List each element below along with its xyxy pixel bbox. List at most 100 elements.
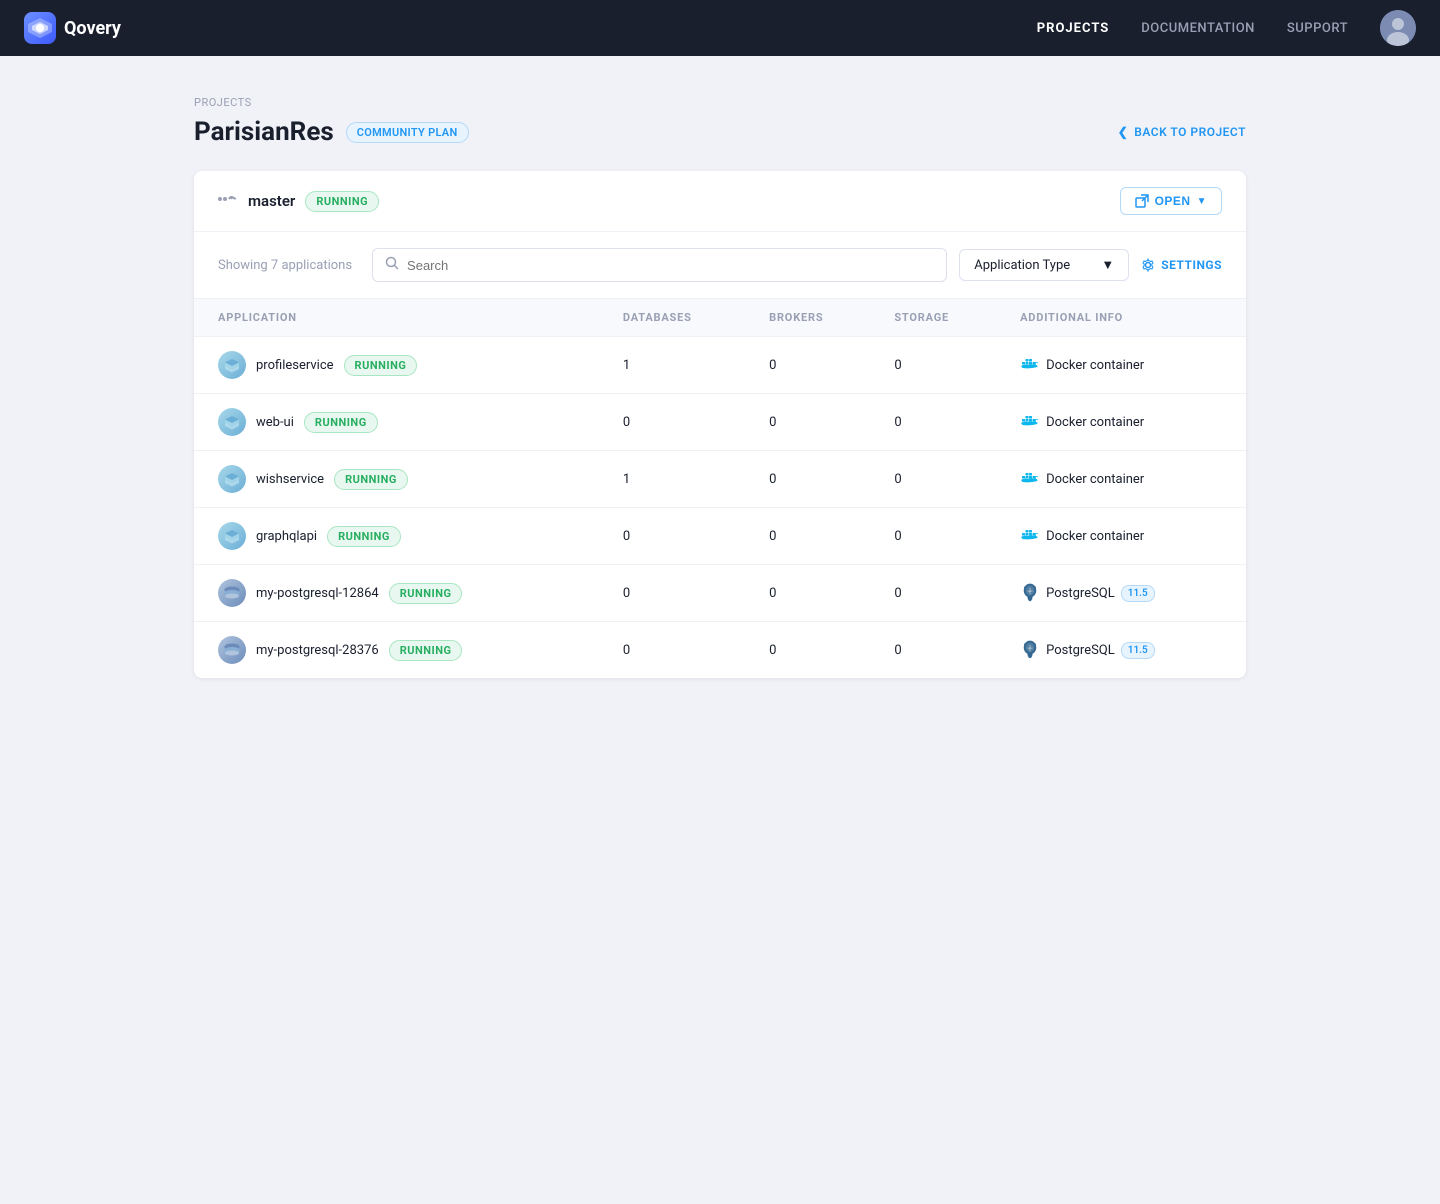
- search-icon: [385, 256, 399, 274]
- external-link-icon: [1135, 194, 1149, 208]
- env-header: master RUNNING OPEN ▼: [194, 171, 1246, 232]
- avatar-image: [1380, 10, 1416, 46]
- application-type-dropdown[interactable]: Application Type ▼: [959, 249, 1129, 281]
- table-header: APPLICATION DATABASES BROKERS STORAGE AD…: [194, 299, 1246, 337]
- app-icon: [218, 408, 246, 436]
- settings-label: SETTINGS: [1161, 258, 1222, 272]
- open-button[interactable]: OPEN ▼: [1120, 187, 1222, 215]
- databases-cell: 0: [607, 394, 753, 451]
- col-databases: DATABASES: [607, 299, 753, 337]
- env-name: master: [248, 192, 295, 210]
- status-badge: RUNNING: [327, 526, 401, 547]
- dropdown-arrow-icon: ▼: [1197, 196, 1207, 207]
- page-header-left: ParisianRes COMMUNITY PLAN: [194, 117, 469, 147]
- table-row[interactable]: my-postgresql-28376RUNNING000 PostgreSQL…: [194, 622, 1246, 679]
- additional-info-cell: Docker container: [1004, 337, 1246, 394]
- table-row[interactable]: web-uiRUNNING000 Docker container: [194, 394, 1246, 451]
- storage-cell: 0: [878, 565, 1004, 622]
- version-badge: 11.5: [1121, 585, 1155, 602]
- page-title: ParisianRes: [194, 117, 334, 147]
- databases-cell: 0: [607, 565, 753, 622]
- table-row[interactable]: graphqlapiRUNNING000 Docker container: [194, 508, 1246, 565]
- postgresql-icon: [1020, 640, 1040, 660]
- db-icon: [218, 579, 246, 607]
- settings-button[interactable]: SETTINGS: [1141, 258, 1222, 272]
- brokers-cell: 0: [753, 622, 878, 679]
- table-body: profileserviceRUNNING100 Docker containe…: [194, 337, 1246, 679]
- avatar[interactable]: [1380, 10, 1416, 46]
- open-button-label: OPEN: [1155, 194, 1191, 208]
- showing-count-text: Showing 7 applications: [218, 258, 352, 273]
- gear-icon: [1141, 258, 1155, 272]
- storage-cell: 0: [878, 451, 1004, 508]
- back-button-label: BACK TO PROJECT: [1134, 125, 1246, 139]
- page-content: PROJECTS ParisianRes COMMUNITY PLAN ❮ BA…: [170, 56, 1270, 718]
- brokers-cell: 0: [753, 565, 878, 622]
- nav-projects[interactable]: PROJECTS: [1037, 21, 1110, 36]
- application-type-label: Application Type: [974, 258, 1070, 273]
- brokers-cell: 0: [753, 508, 878, 565]
- back-to-project-button[interactable]: ❮ BACK TO PROJECT: [1118, 125, 1246, 139]
- app-name: my-postgresql-28376: [256, 643, 379, 658]
- table-row[interactable]: profileserviceRUNNING100 Docker containe…: [194, 337, 1246, 394]
- breadcrumb: PROJECTS: [194, 96, 1246, 109]
- status-badge: RUNNING: [389, 583, 463, 604]
- app-icon: [218, 351, 246, 379]
- app-icon: [218, 465, 246, 493]
- status-badge: RUNNING: [389, 640, 463, 661]
- postgres-label: PostgreSQL: [1046, 643, 1115, 658]
- docker-icon: [1020, 526, 1040, 546]
- storage-cell: 0: [878, 508, 1004, 565]
- status-badge: RUNNING: [344, 355, 418, 376]
- brokers-cell: 0: [753, 451, 878, 508]
- storage-cell: 0: [878, 337, 1004, 394]
- databases-cell: 1: [607, 337, 753, 394]
- nav-support[interactable]: SUPPORT: [1287, 21, 1348, 36]
- docker-icon: [1020, 469, 1040, 489]
- storage-cell: 0: [878, 394, 1004, 451]
- docker-label: Docker container: [1046, 358, 1144, 373]
- additional-info-cell: PostgreSQL 11.5: [1004, 622, 1246, 679]
- brand-logo-icon: [24, 12, 56, 44]
- navbar-links: PROJECTS DOCUMENTATION SUPPORT: [1037, 21, 1348, 36]
- additional-info-cell: PostgreSQL 11.5: [1004, 565, 1246, 622]
- databases-cell: 0: [607, 508, 753, 565]
- table-row[interactable]: wishserviceRUNNING100 Docker container: [194, 451, 1246, 508]
- search-input[interactable]: [407, 258, 934, 273]
- nav-documentation[interactable]: DOCUMENTATION: [1141, 21, 1255, 36]
- postgresql-icon: [1020, 583, 1040, 603]
- table-row[interactable]: my-postgresql-12864RUNNING000 PostgreSQL…: [194, 565, 1246, 622]
- docker-label: Docker container: [1046, 415, 1144, 430]
- app-icon: [218, 522, 246, 550]
- app-name: profileservice: [256, 358, 334, 373]
- dropdown-chevron-icon: ▼: [1101, 257, 1114, 273]
- app-name-cell: wishserviceRUNNING: [194, 451, 607, 508]
- app-name-cell: my-postgresql-12864RUNNING: [194, 565, 607, 622]
- chevron-left-icon: ❮: [1118, 125, 1129, 139]
- col-storage: STORAGE: [878, 299, 1004, 337]
- toolbar: Showing 7 applications Application Type …: [194, 232, 1246, 299]
- postgres-label: PostgreSQL: [1046, 586, 1115, 601]
- app-name-cell: web-uiRUNNING: [194, 394, 607, 451]
- status-badge: RUNNING: [334, 469, 408, 490]
- app-name-cell: my-postgresql-28376 RUNNING: [194, 622, 607, 679]
- brand-name: Qovery: [64, 18, 121, 39]
- environment-card: master RUNNING OPEN ▼ Showing 7 applicat…: [194, 171, 1246, 678]
- storage-cell: 0: [878, 622, 1004, 679]
- env-header-left: master RUNNING: [218, 191, 379, 212]
- col-additional-info: ADDITIONAL INFO: [1004, 299, 1246, 337]
- brand: Qovery: [24, 12, 121, 44]
- databases-cell: 0: [607, 622, 753, 679]
- version-badge: 11.5: [1121, 642, 1155, 659]
- app-name-cell: profileservice RUNNING: [194, 337, 607, 394]
- plan-badge: COMMUNITY PLAN: [346, 122, 469, 143]
- docker-label: Docker container: [1046, 472, 1144, 487]
- db-icon: [218, 636, 246, 664]
- navbar: Qovery PROJECTS DOCUMENTATION SUPPORT: [0, 0, 1440, 56]
- page-header: ParisianRes COMMUNITY PLAN ❮ BACK TO PRO…: [194, 117, 1246, 147]
- databases-cell: 1: [607, 451, 753, 508]
- docker-icon: [1020, 412, 1040, 432]
- applications-table: APPLICATION DATABASES BROKERS STORAGE AD…: [194, 299, 1246, 678]
- search-box: [372, 248, 947, 282]
- col-brokers: BROKERS: [753, 299, 878, 337]
